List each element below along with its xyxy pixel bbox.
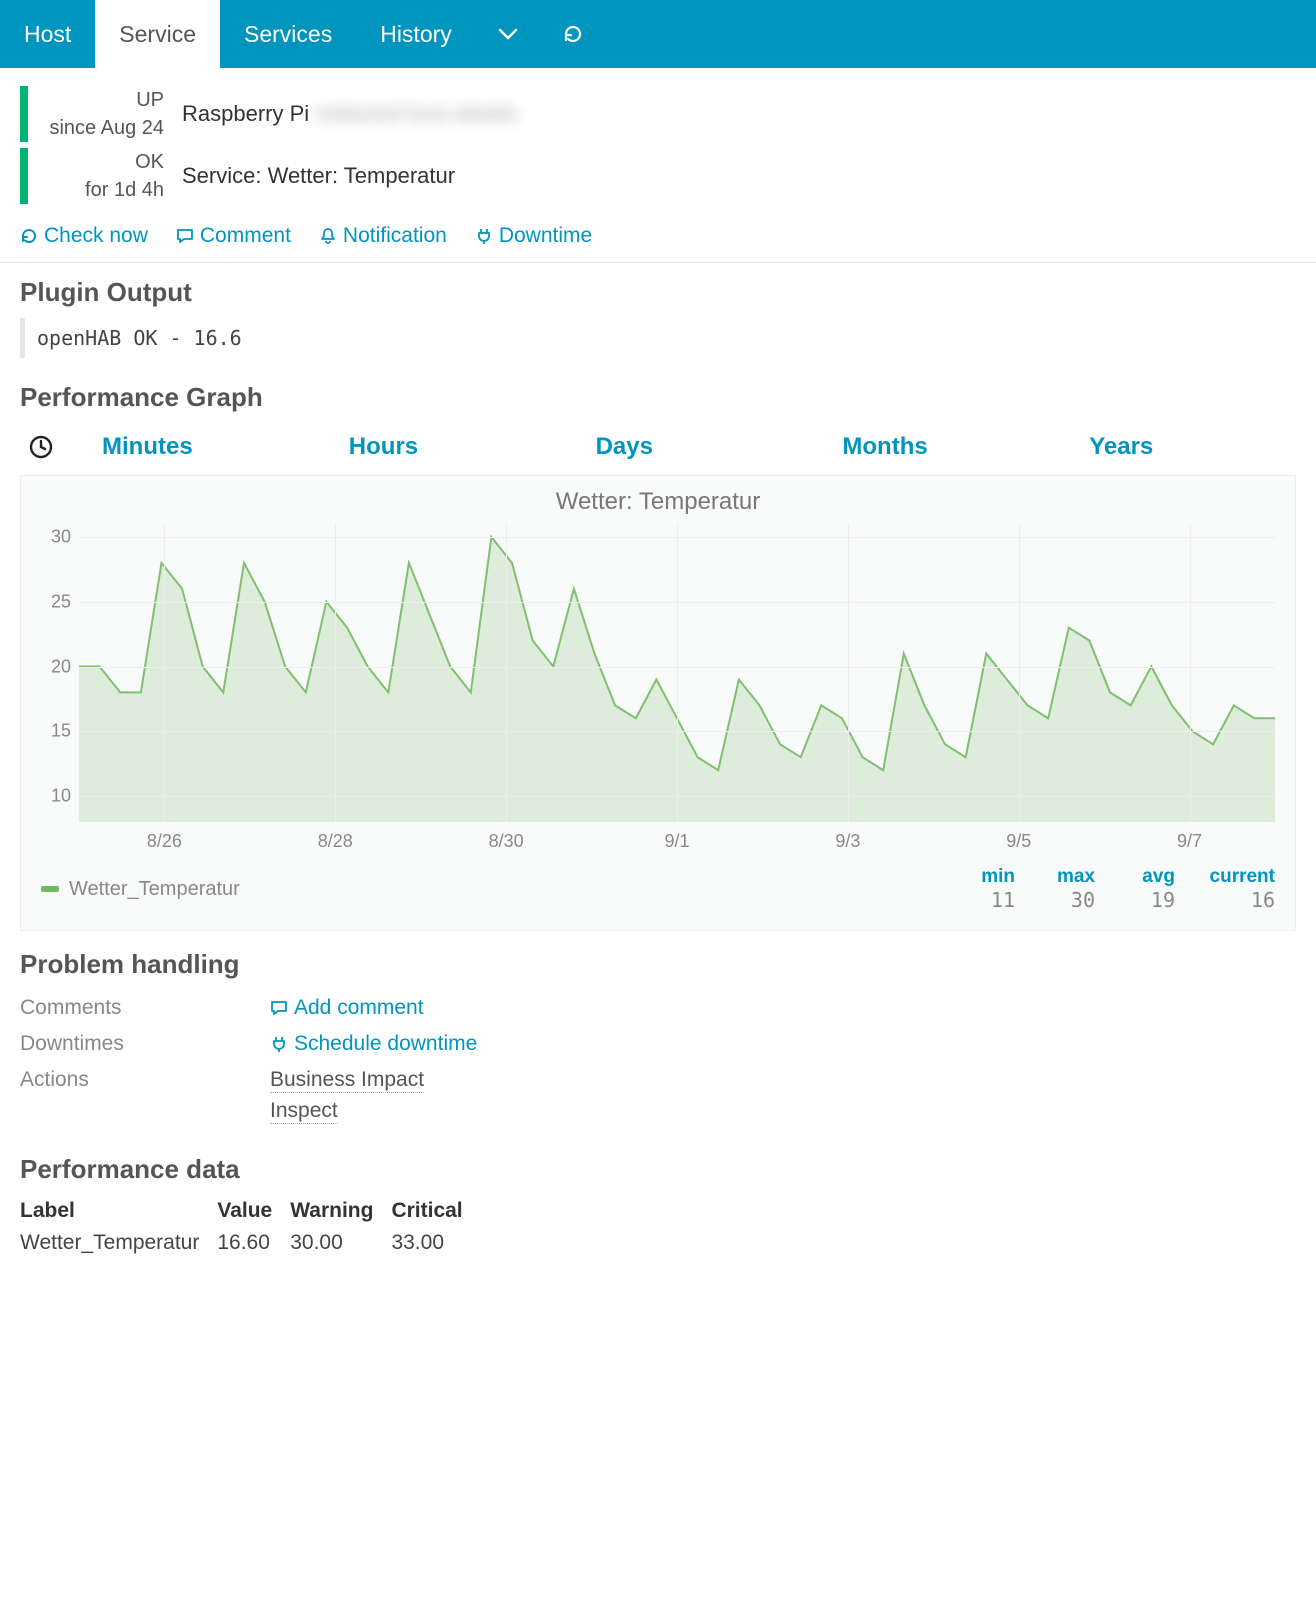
- add-comment-label: Add comment: [294, 996, 424, 1020]
- perf-col-label: Label: [20, 1195, 217, 1227]
- y-tick: 30: [37, 526, 71, 547]
- stat-val-min: 11: [935, 888, 1015, 912]
- range-months[interactable]: Months: [802, 433, 1049, 461]
- perf-row-value: 16.60: [217, 1227, 290, 1259]
- perf-col-warning: Warning: [290, 1195, 391, 1227]
- legend-series-name: Wetter_Temperatur: [69, 878, 935, 901]
- comment-icon: [270, 999, 288, 1017]
- stat-hdr-max: max: [1015, 866, 1095, 888]
- downtime-label: Downtime: [499, 224, 592, 248]
- x-tick: 9/1: [664, 831, 689, 852]
- comment-link[interactable]: Comment: [176, 224, 291, 248]
- plugin-output-section: Plugin Output openHAB OK - 16.6: [0, 263, 1316, 368]
- notification-link[interactable]: Notification: [319, 224, 447, 248]
- actions-label: Actions: [20, 1068, 270, 1130]
- plugin-output-heading: Plugin Output: [20, 277, 1296, 308]
- schedule-downtime-link[interactable]: Schedule downtime: [270, 1032, 477, 1056]
- range-hours[interactable]: Hours: [309, 433, 556, 461]
- stat-hdr-avg: avg: [1095, 866, 1175, 888]
- action-bar: Check now Comment Notification Downtime: [0, 218, 1316, 263]
- host-state-bar: [20, 86, 28, 142]
- perf-row-warning: 30.00: [290, 1227, 391, 1259]
- refresh-icon[interactable]: [540, 23, 606, 45]
- perf-col-value: Value: [217, 1195, 290, 1227]
- stat-val-max: 30: [1015, 888, 1095, 912]
- host-name[interactable]: Raspberry Pi: [182, 101, 309, 126]
- range-minutes[interactable]: Minutes: [62, 433, 309, 461]
- table-row: Wetter_Temperatur 16.60 30.00 33.00: [20, 1227, 481, 1259]
- chart-stats: min11 max30 avg19 current16: [935, 866, 1275, 912]
- problem-handling-heading: Problem handling: [20, 949, 1296, 980]
- x-tick: 8/30: [489, 831, 524, 852]
- x-tick: 9/5: [1006, 831, 1031, 852]
- service-name: Service: Wetter: Temperatur: [182, 163, 455, 189]
- performance-data-heading: Performance data: [20, 1154, 1296, 1185]
- tab-service[interactable]: Service: [95, 0, 220, 68]
- perf-col-critical: Critical: [391, 1195, 480, 1227]
- x-tick: 8/28: [318, 831, 353, 852]
- downtime-link[interactable]: Downtime: [475, 224, 592, 248]
- x-tick: 9/7: [1177, 831, 1202, 852]
- plug-icon: [270, 1035, 288, 1053]
- chart-legend: Wetter_Temperatur min11 max30 avg19 curr…: [41, 822, 1275, 912]
- comments-label: Comments: [20, 996, 270, 1020]
- y-tick: 25: [37, 591, 71, 612]
- chart-title: Wetter: Temperatur: [41, 486, 1275, 524]
- clock-icon: [20, 434, 62, 460]
- range-years[interactable]: Years: [1049, 433, 1296, 461]
- performance-data-section: Performance data Label Value Warning Cri…: [0, 1140, 1316, 1263]
- downtimes-label: Downtimes: [20, 1032, 270, 1056]
- problem-handling-section: Problem handling Comments Add comment Do…: [0, 935, 1316, 1140]
- bell-icon: [319, 227, 337, 245]
- x-tick: 8/26: [147, 831, 182, 852]
- service-state-bar: [20, 148, 28, 204]
- refresh-icon: [20, 227, 38, 245]
- inspect-link[interactable]: Inspect: [270, 1099, 338, 1124]
- tab-history[interactable]: History: [356, 0, 476, 68]
- comment-label: Comment: [200, 224, 291, 248]
- plug-icon: [475, 227, 493, 245]
- plugin-output-text: openHAB OK - 16.6: [20, 318, 1296, 358]
- service-since: for 1d 4h: [42, 176, 164, 204]
- add-comment-link[interactable]: Add comment: [270, 996, 424, 1020]
- y-tick: 15: [37, 721, 71, 742]
- y-tick: 20: [37, 656, 71, 677]
- stat-hdr-current: current: [1175, 866, 1275, 888]
- performance-graph-section: Performance Graph Minutes Hours Days Mon…: [0, 368, 1316, 935]
- x-tick: 9/3: [835, 831, 860, 852]
- performance-data-table: Label Value Warning Critical Wetter_Temp…: [20, 1195, 481, 1259]
- time-range-selector: Minutes Hours Days Months Years: [20, 423, 1296, 475]
- stat-hdr-min: min: [935, 866, 1015, 888]
- range-days[interactable]: Days: [556, 433, 803, 461]
- business-impact-link[interactable]: Business Impact: [270, 1068, 424, 1093]
- notification-label: Notification: [343, 224, 447, 248]
- legend-swatch: [41, 886, 59, 892]
- schedule-downtime-label: Schedule downtime: [294, 1032, 477, 1056]
- dropdown-icon[interactable]: [476, 27, 540, 41]
- y-tick: 10: [37, 786, 71, 807]
- top-nav: Host Service Services History: [0, 0, 1316, 68]
- stat-val-current: 16: [1175, 888, 1275, 912]
- status-block: UP since Aug 24 Raspberry Pi redacted ho…: [0, 68, 1316, 218]
- host-extra-redacted: redacted host details: [315, 101, 518, 126]
- host-since: since Aug 24: [42, 114, 164, 142]
- tab-host[interactable]: Host: [0, 0, 95, 68]
- chart-plot-area: 10152025308/268/288/309/19/39/59/7: [79, 524, 1275, 822]
- tab-services[interactable]: Services: [220, 0, 356, 68]
- host-state: UP: [42, 86, 164, 114]
- stat-val-avg: 19: [1095, 888, 1175, 912]
- chart-container: Wetter: Temperatur 10152025308/268/288/3…: [20, 475, 1296, 931]
- performance-graph-heading: Performance Graph: [20, 382, 1296, 413]
- perf-row-critical: 33.00: [391, 1227, 480, 1259]
- check-now-label: Check now: [44, 224, 148, 248]
- perf-row-label: Wetter_Temperatur: [20, 1227, 217, 1259]
- service-state: OK: [42, 148, 164, 176]
- comment-icon: [176, 227, 194, 245]
- check-now-link[interactable]: Check now: [20, 224, 148, 248]
